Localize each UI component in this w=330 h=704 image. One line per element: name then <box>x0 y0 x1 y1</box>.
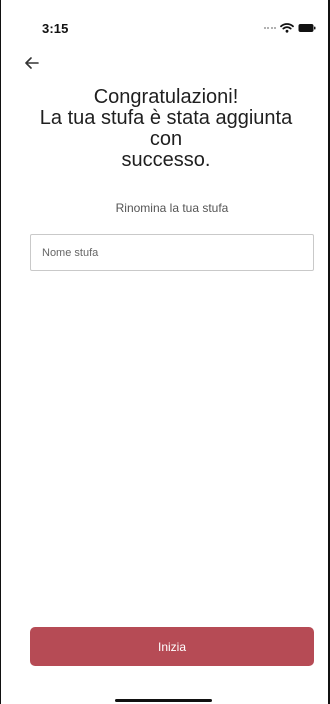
success-title: Congratulazioni! La tua stufa è stata ag… <box>24 87 308 171</box>
home-indicator <box>115 699 212 702</box>
battery-icon <box>298 23 316 33</box>
back-arrow-icon <box>25 56 39 74</box>
status-icons <box>263 23 317 33</box>
status-time: 3:15 <box>42 21 69 36</box>
back-button[interactable] <box>24 57 40 73</box>
stove-name-input[interactable] <box>31 235 313 270</box>
title-line-3: successo. <box>121 149 211 171</box>
title-line-1: Congratulazioni! <box>93 86 239 108</box>
wifi-icon <box>280 23 294 33</box>
device-frame-left <box>0 0 1 704</box>
rename-label: Rinomina la tua stufa <box>115 201 229 215</box>
title-line-2: La tua stufa è stata aggiunta con <box>39 107 293 150</box>
start-button[interactable]: Inizia <box>30 627 314 666</box>
status-bar: 3:15 <box>0 0 330 40</box>
stove-name-field[interactable] <box>30 234 314 271</box>
app-screen: 3:15 Congratulazioni! La tua stufa è sta… <box>0 0 330 704</box>
signal-dots-icon <box>263 27 276 29</box>
